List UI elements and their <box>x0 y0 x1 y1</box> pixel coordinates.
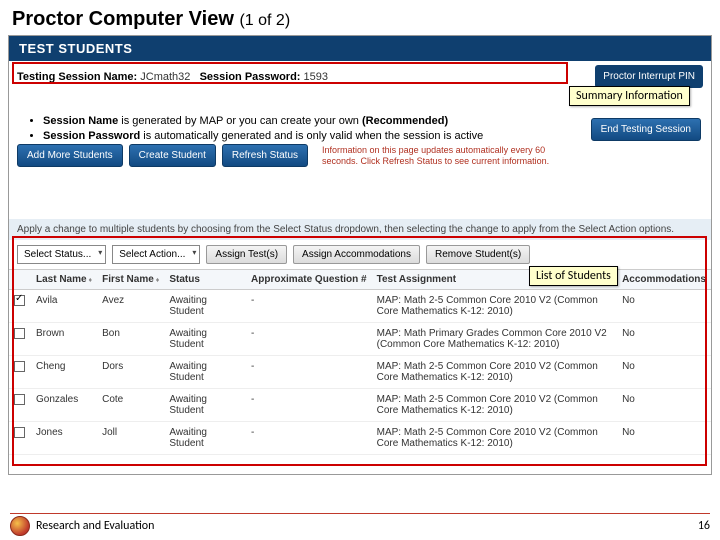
bullet-1-recommended: (Recommended) <box>362 115 448 127</box>
row-checkbox[interactable] <box>14 394 25 405</box>
slide-bullets: Session Name is generated by MAP or you … <box>29 114 559 144</box>
cell-approx: - <box>246 290 372 323</box>
page-heading: TEST STUDENTS <box>9 36 711 61</box>
slide-footer: Research and Evaluation 16 <box>10 513 710 536</box>
cell-last-name: Cheng <box>31 356 97 389</box>
cell-approx: - <box>246 356 372 389</box>
end-session-button[interactable]: End Testing Session <box>591 118 701 141</box>
cell-status: Awaiting Student <box>164 356 246 389</box>
cell-accom: No <box>617 389 711 422</box>
select-action-dropdown[interactable]: Select Action... <box>112 245 200 264</box>
callout-summary: Summary Information <box>569 86 690 106</box>
cell-accom: No <box>617 290 711 323</box>
callout-list: List of Students <box>529 266 618 286</box>
col-approx-question[interactable]: Approximate Question # <box>246 270 372 290</box>
table-row[interactable]: BrownBonAwaiting Student-MAP: Math Prima… <box>9 323 711 356</box>
app-screenshot: TEST STUDENTS Testing Session Name: JCma… <box>8 35 712 475</box>
cell-accom: No <box>617 422 711 455</box>
cell-first-name: Joll <box>97 422 164 455</box>
session-password-value: 1593 <box>304 71 328 83</box>
title-main: Proctor Computer View <box>12 8 234 30</box>
org-name: Research and Evaluation <box>36 519 154 533</box>
cell-last-name: Avila <box>31 290 97 323</box>
session-summary-text: Testing Session Name: JCmath32 Session P… <box>17 71 595 83</box>
cell-first-name: Avez <box>97 290 164 323</box>
col-last-name[interactable]: Last Name <box>31 270 97 290</box>
cell-last-name: Jones <box>31 422 97 455</box>
select-status-dropdown[interactable]: Select Status... <box>17 245 106 264</box>
assign-accommodations-button[interactable]: Assign Accommodations <box>293 245 420 264</box>
title-counter: (1 of 2) <box>239 12 290 29</box>
bullet-2: Session Password is automatically genera… <box>43 129 559 144</box>
cell-accom: No <box>617 356 711 389</box>
cell-approx: - <box>246 389 372 422</box>
bullet-2-term: Session Password <box>43 130 140 142</box>
org-logo-icon <box>10 516 30 536</box>
footer-left: Research and Evaluation <box>10 516 154 536</box>
students-table: Last Name First Name Status Approximate … <box>9 270 711 455</box>
row-checkbox[interactable] <box>14 427 25 438</box>
create-student-button[interactable]: Create Student <box>129 144 216 167</box>
remove-students-button[interactable]: Remove Student(s) <box>426 245 530 264</box>
cell-assignment: MAP: Math Primary Grades Common Core 201… <box>372 323 617 356</box>
col-first-name[interactable]: First Name <box>97 270 164 290</box>
bullet-1-term: Session Name <box>43 115 118 127</box>
toolbar-row: Add More Students Create Student Refresh… <box>9 140 711 171</box>
cell-status: Awaiting Student <box>164 422 246 455</box>
session-name-label: Testing Session Name: <box>17 71 137 83</box>
col-checkbox <box>9 270 31 290</box>
row-checkbox[interactable] <box>14 361 25 372</box>
auto-refresh-note: Information on this page updates automat… <box>322 145 572 167</box>
session-password-label: Session Password: <box>200 71 301 83</box>
cell-approx: - <box>246 323 372 356</box>
bullet-1-text: is generated by MAP or you can create yo… <box>118 115 362 127</box>
add-students-button[interactable]: Add More Students <box>17 144 123 167</box>
cell-approx: - <box>246 422 372 455</box>
proctor-pin-box[interactable]: Proctor Interrupt PIN <box>595 65 703 88</box>
cell-assignment: MAP: Math 2-5 Common Core 2010 V2 (Commo… <box>372 290 617 323</box>
assign-tests-button[interactable]: Assign Test(s) <box>206 245 287 264</box>
cell-assignment: MAP: Math 2-5 Common Core 2010 V2 (Commo… <box>372 356 617 389</box>
session-name-value: JCmath32 <box>140 71 190 83</box>
cell-first-name: Dors <box>97 356 164 389</box>
table-row[interactable]: ChengDorsAwaiting Student-MAP: Math 2-5 … <box>9 356 711 389</box>
slide-title: Proctor Computer View (1 of 2) <box>0 0 720 35</box>
cell-status: Awaiting Student <box>164 290 246 323</box>
cell-status: Awaiting Student <box>164 323 246 356</box>
proctor-pin-label: Proctor Interrupt PIN <box>603 71 695 82</box>
bullet-1: Session Name is generated by MAP or you … <box>43 114 559 129</box>
cell-last-name: Brown <box>31 323 97 356</box>
table-row[interactable]: AvilaAvezAwaiting Student-MAP: Math 2-5 … <box>9 290 711 323</box>
cell-accom: No <box>617 323 711 356</box>
multi-change-instructions: Apply a change to multiple students by c… <box>9 219 711 240</box>
cell-first-name: Bon <box>97 323 164 356</box>
bullet-2-text: is automatically generated and is only v… <box>140 130 483 142</box>
cell-first-name: Cote <box>97 389 164 422</box>
cell-status: Awaiting Student <box>164 389 246 422</box>
refresh-status-button[interactable]: Refresh Status <box>222 144 308 167</box>
table-row[interactable]: JonesJollAwaiting Student-MAP: Math 2-5 … <box>9 422 711 455</box>
cell-assignment: MAP: Math 2-5 Common Core 2010 V2 (Commo… <box>372 422 617 455</box>
table-row[interactable]: GonzalesCoteAwaiting Student-MAP: Math 2… <box>9 389 711 422</box>
col-accommodations[interactable]: Accommodations <box>617 270 711 290</box>
col-status[interactable]: Status <box>164 270 246 290</box>
cell-assignment: MAP: Math 2-5 Common Core 2010 V2 (Commo… <box>372 389 617 422</box>
page-number: 16 <box>698 519 710 533</box>
row-checkbox[interactable] <box>14 328 25 339</box>
row-checkbox[interactable] <box>14 295 25 306</box>
cell-last-name: Gonzales <box>31 389 97 422</box>
